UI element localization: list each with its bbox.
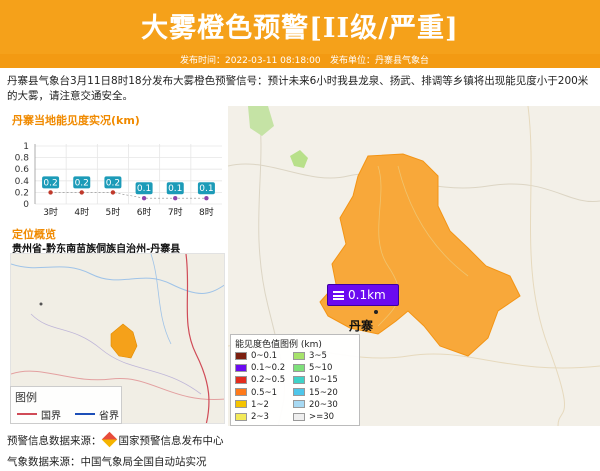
visibility-legend-item: 0.1~0.2 [235,363,285,373]
data-point [48,190,53,195]
visibility-legend-item: 0.5~1 [235,388,277,398]
legend-label: 5~10 [309,363,333,374]
visibility-legend-item: 1~2 [235,400,269,410]
x-tick-label: 5时 [106,206,121,218]
legend-swatch [293,375,305,384]
visibility-legend-item: 2~3 [235,412,269,422]
legend-label: 0.1~0.2 [251,363,286,374]
visibility-badge: 0.1km [327,284,399,306]
legend-label: 10~15 [309,375,338,386]
legend-label: 0.2~0.5 [251,375,286,386]
menu-icon [333,291,344,300]
national-border-label: 国界 [41,411,61,422]
meta-bar: 发布时间：2022-03-11 08:18:00 发布单位：丹寨县气象台 [0,54,600,68]
warning-title: 大雾橙色预警[II级/严重] [141,13,459,44]
visibility-panel: 丹寨当地能见度实况(km) 0 0.2 0.4 0.6 0.8 1 0.2 3时 0.2 4时 0.… [7,106,227,224]
visibility-legend-item: 10~15 [293,375,338,385]
legend-label: 2~3 [251,412,269,422]
visibility-legend-item: 5~10 [293,363,332,373]
city-label: 丹寨 [349,319,374,333]
data-label: 0.1 [199,184,213,194]
visibility-chart: 00.20.40.60.810.23时0.24时0.25时0.16时0.17时0… [15,142,222,218]
data-label: 0.2 [75,178,89,188]
weather-source-line: 气象数据来源：中国气象局全国自动站实况 [7,456,207,468]
publish-time: 发布时间：2022-03-11 08:18:00 [180,56,321,66]
legend-swatch [293,400,305,409]
legend-swatch [235,388,247,397]
legend-label: >=30 [309,412,335,422]
legend-swatch [235,363,247,372]
visibility-legend-item: 0~0.1 [235,351,277,361]
data-label: 0.2 [106,178,120,188]
visibility-legend-item: >=30 [293,412,334,422]
warning-source-label: 预警信息数据来源： [7,435,102,447]
national-border-line [17,413,37,415]
publish-unit: 发布单位：丹寨县气象台 [330,56,430,66]
warning-center-icon [101,431,117,448]
visibility-color-legend: 能见度色值图例 (km) 0~0.1 3~5 0.1~0.2 5~10 0.2~0.5 1… [230,334,360,426]
warning-notice: 丹寨县气象台3月11日8时18分发布大雾橙色预警信号：预计未来6小时我县龙泉、扬… [7,75,589,102]
legend-swatch [235,375,247,384]
visibility-legend-title: 能见度色值图例 (km) [235,340,322,350]
location-legend: 图例 国界 省界 [10,386,122,424]
y-tick-label: 0.8 [15,154,30,164]
warning-source-line: 预警信息数据来源： 国家预警信息发布中心 [7,431,224,448]
header-banner: 大雾橙色预警[II级/严重] [0,0,600,54]
x-tick-label: 8时 [199,206,214,218]
data-point [204,196,209,201]
data-point [141,196,147,201]
visibility-legend-item: 0.2~0.5 [235,375,285,385]
y-tick-label: 0.4 [15,177,30,187]
y-tick-label: 1 [23,142,29,152]
visibility-badge-value: 0.1km [348,288,386,302]
x-tick-label: 6时 [137,206,152,218]
legend-swatch [293,388,305,397]
legend-label: 0~0.1 [251,351,278,361]
data-point [110,190,116,195]
y-tick-label: 0 [23,200,29,210]
legend-swatch [293,363,305,372]
visibility-legend-item: 3~5 [293,351,327,361]
data-label: 0.2 [43,178,57,188]
legend-swatch [293,351,305,360]
data-point [79,190,84,195]
legend-label: 15~20 [309,387,338,398]
data-point [173,196,178,201]
visibility-legend-item: 15~20 [293,388,338,398]
province-border-label: 省界 [99,411,119,422]
legend-label: 3~5 [309,351,327,361]
legend-swatch [235,351,247,360]
x-tick-label: 4时 [74,206,89,218]
location-legend-title: 图例 [15,391,37,404]
y-tick-label: 0.2 [15,188,29,198]
legend-swatch [235,400,247,409]
data-label: 0.1 [168,184,182,194]
data-label: 0.1 [137,184,151,194]
legend-swatch [235,412,247,421]
legend-swatch [293,412,305,421]
y-tick-label: 0.6 [15,165,30,175]
legend-label: 1~2 [251,399,269,410]
x-tick-label: 7时 [168,206,183,218]
x-tick-label: 3时 [43,206,58,218]
legend-label: 0.5~1 [251,387,278,398]
legend-label: 20~30 [309,399,338,410]
visibility-legend-item: 20~30 [293,400,338,410]
warning-source-name[interactable]: 国家预警信息发布中心 [119,435,224,447]
province-border-line [75,413,95,415]
